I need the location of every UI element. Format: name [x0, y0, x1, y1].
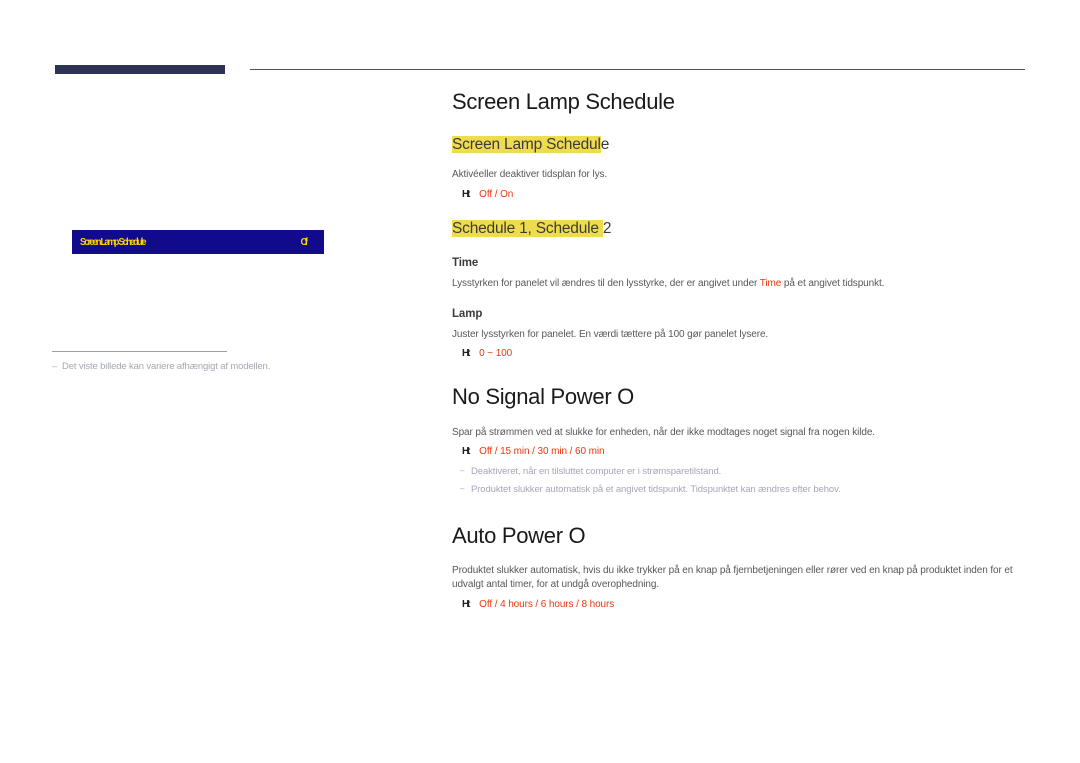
note-dash-icon: –	[460, 466, 465, 475]
subheading-screen-lamp-schedule-tail: e	[600, 136, 610, 154]
page-header	[0, 0, 1080, 90]
subheading-schedule-1-2: Schedule 1, Schedule 2	[452, 219, 1027, 238]
osd-menu-value: Off	[300, 236, 308, 248]
time-description: Lysstyrken for panelet vil ændres til de…	[452, 277, 1027, 292]
screen-lamp-schedule-options: Ht Off / On	[452, 189, 1027, 200]
footnote-dash-icon: –	[52, 361, 58, 372]
osd-menu-label: Screen Lamp Schedule	[80, 236, 147, 248]
option-value[interactable]: 15 min	[500, 446, 530, 457]
option-separator: /	[492, 446, 501, 457]
subheading-screen-lamp-schedule-highlight: Screen Lamp Schedul	[452, 136, 601, 154]
note-text: Deaktiveret, når en tilsluttet computer …	[471, 466, 722, 477]
no-signal-power-off-options: Ht Off / 15 min / 30 min / 60 min	[452, 446, 1027, 457]
footnote-text: Det viste billede kan variere afhængigt …	[62, 361, 271, 372]
section-title-no-signal-power-off: No Signal Power O	[452, 384, 634, 410]
option-marker-icon: Ht	[462, 188, 470, 200]
minor-heading-time: Time	[452, 257, 479, 270]
option-value[interactable]: On	[500, 189, 513, 200]
option-separator: /	[492, 598, 501, 610]
option-value[interactable]: Off	[479, 189, 492, 200]
option-value[interactable]: 30 min	[538, 446, 568, 457]
time-description-before: Lysstyrken for panelet vil ændres til de…	[452, 278, 760, 290]
option-separator: /	[532, 598, 541, 610]
auto-power-off-description: Produktet slukker automatisk, hvis du ik…	[452, 564, 1013, 591]
option-value[interactable]: Off	[479, 446, 492, 457]
option-separator: /	[492, 188, 501, 200]
content-column: Screen Lamp Schedule Screen Lamp Schedul…	[452, 89, 1027, 610]
footnote-divider	[52, 351, 227, 352]
osd-menu-row[interactable]: Screen Lamp Schedule Off	[72, 230, 324, 254]
option-marker-icon: Ht	[462, 348, 470, 360]
note-text: Produktet slukker automatisk på et angiv…	[471, 484, 841, 496]
screen-lamp-schedule-description: Aktivéeller deaktiver tidsplan for lys.	[452, 169, 608, 180]
no-signal-power-off-description: Spar på strømmen ved at slukke for enhed…	[452, 426, 875, 438]
subheading-screen-lamp-schedule: Screen Lamp Schedule	[452, 136, 1027, 154]
option-value[interactable]: 8 hours	[581, 599, 614, 610]
minor-heading-lamp: Lamp	[452, 307, 483, 320]
illustration-column: Screen Lamp Schedule Off – Det viste bill…	[0, 90, 430, 690]
subheading-schedule-1-2-tail: 2	[602, 219, 612, 237]
no-signal-note: – Deaktiveret, når en tilsluttet computer…	[452, 465, 1027, 479]
note-dash-icon: –	[460, 484, 465, 494]
option-value[interactable]: 6 hours	[541, 599, 574, 610]
footnote: – Det viste billede kan variere afhængigt…	[52, 361, 382, 372]
option-marker-icon: Ht	[462, 446, 470, 457]
option-value[interactable]: 0 ~ 100	[479, 348, 512, 359]
lamp-options: Ht 0 ~ 100	[452, 348, 1027, 359]
option-marker-icon: Ht	[462, 598, 470, 610]
time-description-after: på et angivet tidspunkt.	[781, 278, 885, 290]
subheading-schedule-1-2-highlight: Schedule 1, Schedule	[452, 219, 603, 237]
no-signal-note: – Produktet slukker automatisk på et angi…	[452, 483, 1027, 497]
option-separator: /	[529, 446, 538, 457]
page-title: Screen Lamp Schedule	[452, 89, 675, 114]
lamp-description: Juster lysstyrken for panelet. En værdi …	[452, 328, 769, 340]
header-divider-line	[250, 69, 1025, 70]
auto-power-off-options: Ht Off / 4 hours / 6 hours / 8 hours	[452, 599, 1027, 610]
option-value[interactable]: 60 min	[575, 446, 605, 457]
time-description-accent: Time	[759, 278, 782, 290]
option-value[interactable]: Off	[479, 599, 492, 610]
option-value[interactable]: 4 hours	[500, 599, 533, 610]
header-navy-tab	[55, 65, 225, 74]
section-title-auto-power-off: Auto Power O	[452, 522, 586, 548]
option-separator: /	[566, 446, 575, 457]
